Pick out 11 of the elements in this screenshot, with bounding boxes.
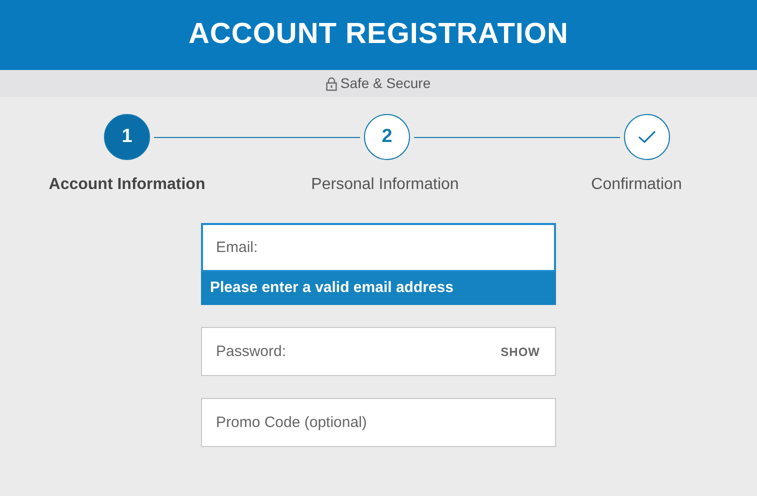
step-label: Confirmation [591, 175, 682, 195]
step-label: Personal Information [311, 175, 459, 195]
page-title: ACCOUNT REGISTRATION [188, 17, 568, 52]
security-text: Safe & Secure [340, 74, 431, 93]
input-field[interactable]: Email: [201, 223, 556, 272]
checkmark-icon [638, 130, 656, 144]
input-field[interactable]: Promo Code (optional) [201, 398, 556, 447]
show-password-button[interactable]: SHOW [500, 343, 540, 361]
padlock-icon [326, 76, 338, 90]
error-message: Please enter a valid email address [201, 272, 556, 305]
step-label: Account Information [48, 175, 206, 195]
